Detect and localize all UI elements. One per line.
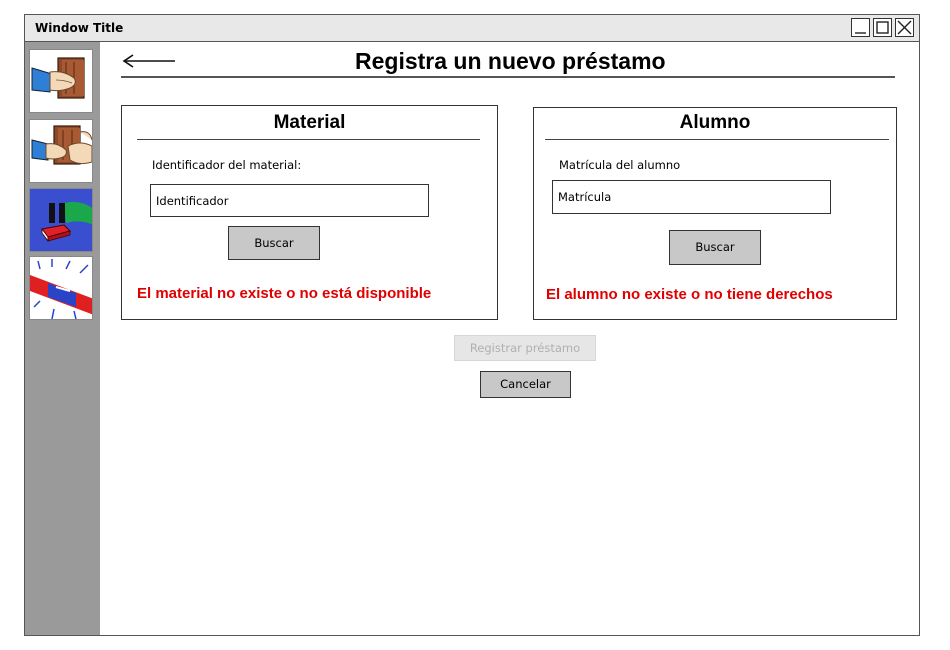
material-id-input[interactable] [150, 184, 429, 217]
material-heading: Material [273, 112, 346, 133]
close-icon [897, 20, 912, 35]
alert-siren-icon [30, 257, 92, 319]
back-button[interactable] [121, 51, 177, 75]
pause-book-icon [30, 189, 92, 251]
alumno-error-message: El alumno no existe o no tiene derechos [546, 286, 833, 303]
sidebar [25, 42, 100, 635]
register-loan-button[interactable]: Registrar préstamo [454, 335, 596, 361]
maximize-button[interactable] [873, 18, 892, 37]
sidebar-item-lend[interactable] [29, 49, 93, 113]
material-divider [137, 139, 480, 141]
title-bar: Window Title [25, 15, 919, 42]
arrow-left-icon [122, 54, 175, 68]
cancel-button[interactable]: Cancelar [480, 371, 571, 398]
material-panel: Material Identificador del material: Bus… [121, 105, 498, 320]
app-window: Window Title Registra un nuevo préstamo … [24, 14, 920, 636]
alumno-field-label: Matrícula del alumno [559, 158, 681, 172]
title-divider [121, 76, 895, 78]
window-title: Window Title [35, 21, 124, 35]
material-field-label: Identificador del material: [152, 158, 302, 172]
sidebar-item-alert[interactable] [29, 256, 93, 320]
hands-book-return-icon [31, 125, 92, 165]
maximize-icon [876, 21, 889, 34]
hand-book-icon [31, 57, 85, 99]
material-search-button[interactable]: Buscar [228, 226, 320, 260]
sidebar-item-pause[interactable] [29, 188, 93, 252]
minimize-button[interactable] [851, 18, 870, 37]
material-error-message: El material no existe o no está disponib… [137, 285, 432, 302]
alumno-panel: Alumno Matrícula del alumno Buscar El al… [533, 107, 897, 320]
alumno-heading: Alumno [679, 112, 751, 133]
page-title: Registra un nuevo préstamo [355, 48, 666, 74]
alumno-divider [545, 139, 889, 141]
minimize-icon [855, 32, 866, 34]
sidebar-item-return[interactable] [29, 119, 93, 183]
alumno-search-button[interactable]: Buscar [669, 230, 761, 265]
alumno-id-input[interactable] [552, 180, 831, 214]
close-button[interactable] [895, 18, 914, 37]
